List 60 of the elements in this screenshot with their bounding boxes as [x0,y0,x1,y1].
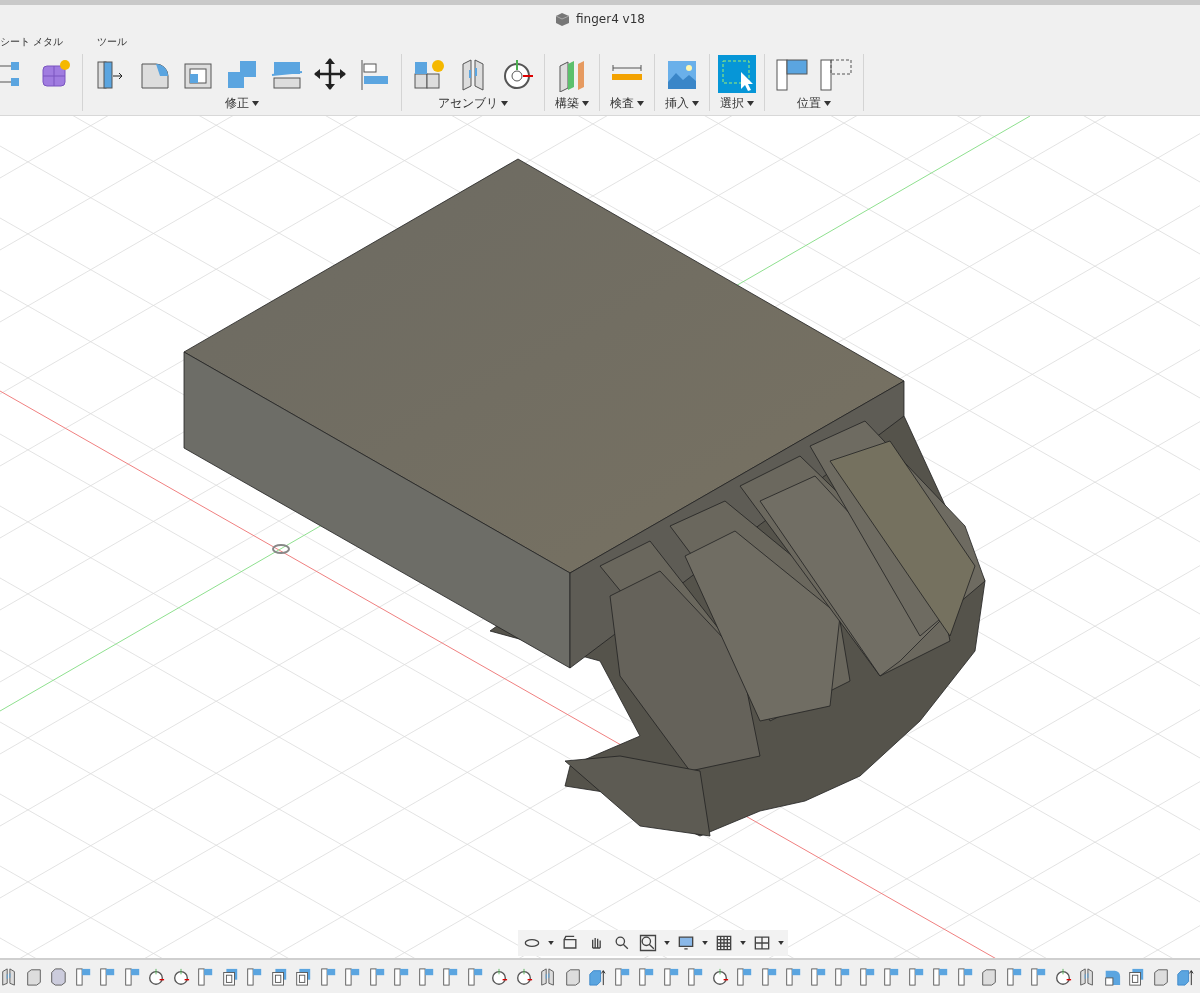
caret-icon[interactable] [702,941,708,945]
move-icon[interactable] [312,56,348,92]
revert-position-icon[interactable] [818,56,854,92]
joint-icon[interactable] [1078,965,1096,988]
caret-icon[interactable] [582,101,589,106]
toolbar-group-menu[interactable]: 検査 [610,96,644,111]
sketch-profile-icon[interactable] [735,965,753,988]
sketch-profile-icon[interactable] [808,965,827,988]
sketch-profile-icon[interactable] [367,965,386,988]
grid-icon[interactable] [714,933,734,953]
toolbar-group-menu[interactable]: アセンブリ [438,96,508,111]
caret-icon[interactable] [740,941,746,945]
capture-position-icon[interactable] [774,56,810,92]
toolbar-group-menu[interactable]: 位置 [797,96,831,111]
sketch-profile-icon[interactable] [1004,965,1023,988]
joint-icon[interactable] [539,965,557,988]
sketch-profile-icon[interactable] [98,965,116,988]
zoom-window-icon[interactable] [638,933,658,953]
sketch-profile-icon[interactable] [465,965,484,988]
window-title: finger4 v18 [576,12,645,27]
chamfer-icon[interactable] [49,965,67,988]
toolbar-group-menu[interactable]: 構築 [555,96,589,111]
sketch-profile-icon[interactable] [857,965,876,988]
sketch-profile-icon[interactable] [661,965,680,988]
sketch-profile-icon[interactable] [955,965,974,988]
caret-icon[interactable] [501,101,508,106]
sketch-profile-icon[interactable] [245,965,263,988]
sketch-profile-icon[interactable] [882,965,900,988]
caret-icon[interactable] [824,101,831,106]
caret-icon[interactable] [637,101,644,106]
sketch-profile-icon[interactable] [196,965,214,988]
sketch-profile-icon[interactable] [73,965,92,988]
sketch-profile-icon[interactable] [759,965,778,988]
document-cube-icon [555,11,571,27]
sketch-profile-icon[interactable] [392,965,410,988]
toolbar-group-menu[interactable]: 挿入 [665,96,699,111]
sketch-profile-icon[interactable] [637,965,655,988]
caret-icon[interactable] [747,101,754,106]
toolbar-group-menu[interactable]: 修正 [225,96,259,111]
caret-icon[interactable] [778,941,784,945]
joint-icon[interactable] [0,965,18,988]
sketch-profile-icon[interactable] [318,965,337,988]
sketch-profile-icon[interactable] [343,965,361,988]
sketch-profile-icon[interactable] [441,965,459,988]
toolbar-group-menu[interactable]: 選択 [720,96,754,111]
caret-icon[interactable] [664,941,670,945]
sketch-profile-icon[interactable] [122,965,141,988]
caret-icon[interactable] [692,101,699,106]
sketch-profile-icon[interactable] [612,965,631,988]
sketch-profile-icon[interactable] [416,965,435,988]
sketch-profile-icon[interactable] [784,965,802,988]
toolbar-tab[interactable]: ツール [97,34,128,49]
sketch-profile-icon[interactable] [1029,965,1047,988]
caret-icon[interactable] [252,101,259,106]
sketch-profile-icon[interactable] [686,965,704,988]
sketch-profile-icon[interactable] [931,965,949,988]
sketch-profile-icon[interactable] [833,965,851,988]
toolbar-tab[interactable]: シート メタル [0,34,64,49]
caret-icon[interactable] [548,941,554,945]
sketch-profile-icon[interactable] [906,965,925,988]
